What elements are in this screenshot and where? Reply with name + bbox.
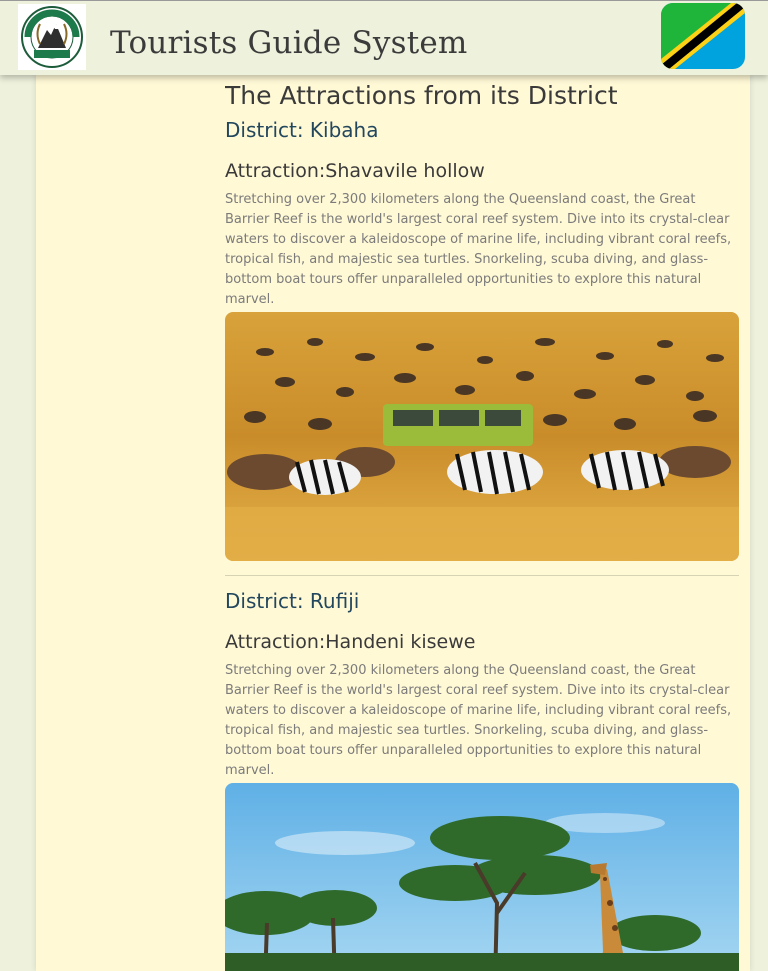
safari-photo — [225, 312, 739, 561]
utalii-logo[interactable] — [18, 4, 86, 70]
section-divider — [225, 575, 739, 576]
attraction-description: Stretching over 2,300 kilometers along t… — [225, 192, 732, 307]
district-heading: District: Kibaha — [225, 118, 379, 142]
tanzania-flag-icon — [661, 3, 745, 69]
attraction-title: Attraction:Handeni kisewe — [225, 631, 476, 653]
tanzania-flag — [661, 3, 745, 69]
attraction-description: Stretching over 2,300 kilometers along t… — [225, 663, 732, 778]
site-title: Tourists Guide System — [110, 25, 468, 61]
attraction-title: Attraction:Shavavile hollow — [225, 160, 485, 182]
acacia-photo — [225, 783, 739, 971]
district-heading: District: Rufiji — [225, 589, 360, 613]
page-title: The Attractions from its District — [225, 81, 618, 110]
wildlife-image — [225, 312, 739, 561]
savanna-image — [225, 783, 739, 971]
site-header: Tourists Guide System — [0, 0, 768, 75]
logo-emblem-icon — [21, 6, 83, 68]
attractions-content: The Attractions from its District Distri… — [225, 74, 739, 971]
